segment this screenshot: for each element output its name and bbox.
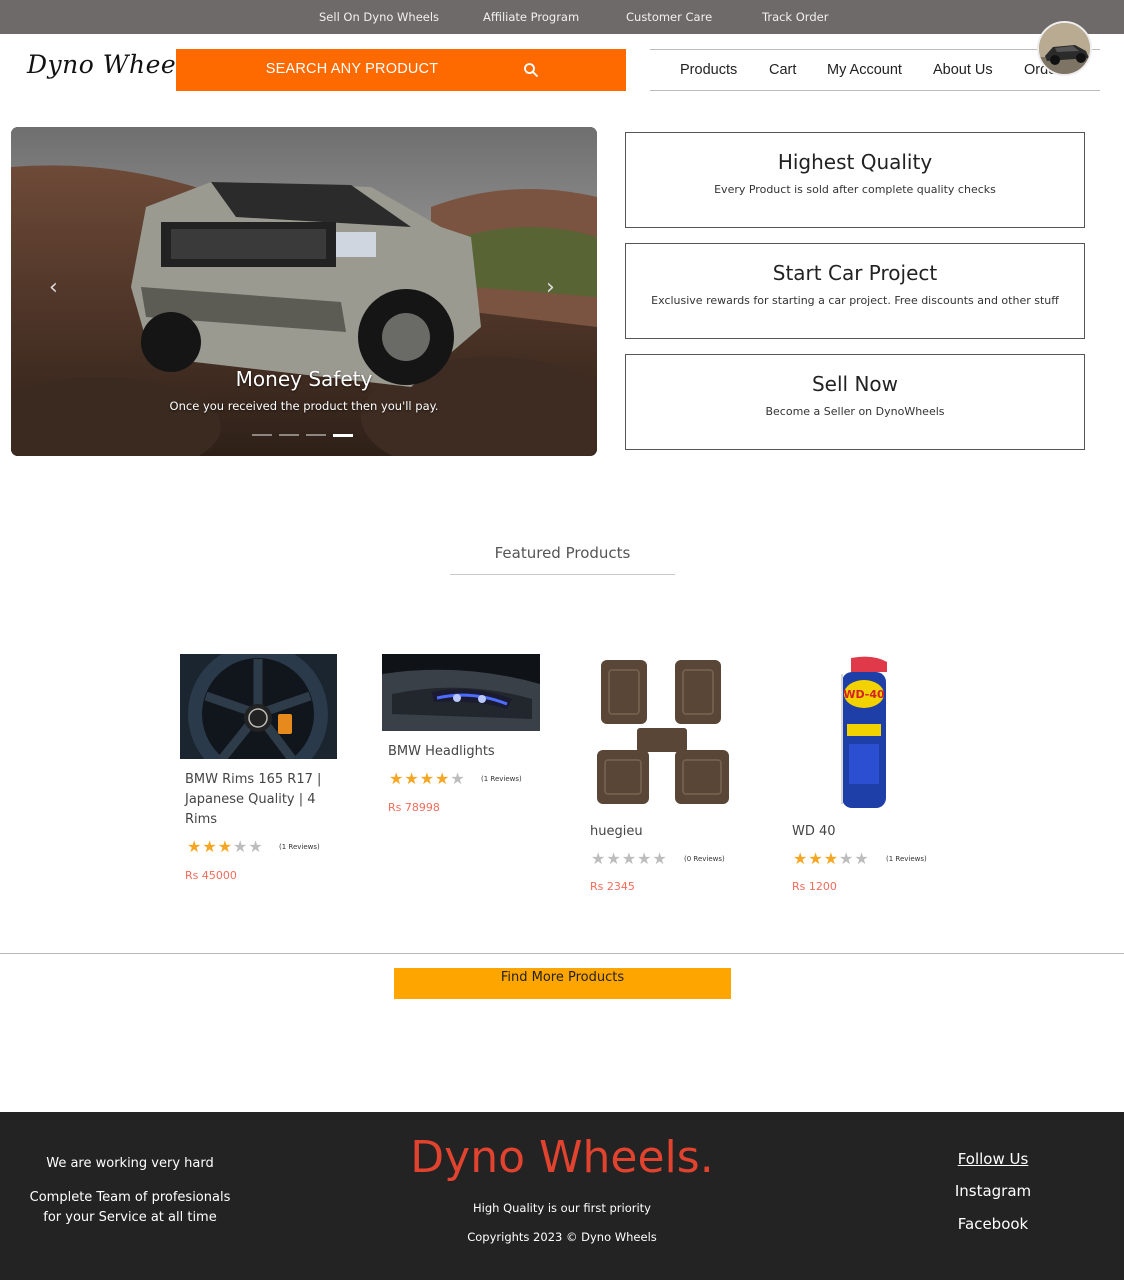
product-rating: ★★★★★ xyxy=(389,769,466,788)
footer-tagline: High Quality is our first priority xyxy=(472,1201,651,1215)
footer-text-line: Complete Team of profesionals xyxy=(29,1190,231,1205)
review-count: (1 Reviews) xyxy=(886,855,927,863)
star-icon: ★ xyxy=(202,837,217,856)
hero-caption-text: Once you received the product then you'l… xyxy=(169,399,439,413)
footer-text: Complete Team of profesionals for your S… xyxy=(0,1188,260,1228)
footer-brand: Dyno Wheels. xyxy=(410,1132,714,1183)
feature-subtitle: Become a Seller on DynoWheels xyxy=(765,405,945,418)
carousel-dot[interactable] xyxy=(252,434,272,436)
product-card[interactable]: BMW Headlights ★★★★★ (1 Reviews) Rs 7899… xyxy=(382,654,542,824)
nav-products[interactable]: Products xyxy=(680,62,737,78)
product-name[interactable]: BMW Headlights xyxy=(388,742,538,762)
star-icon: ★ xyxy=(621,849,637,868)
carousel-dot[interactable] xyxy=(306,434,326,436)
product-image[interactable] xyxy=(180,654,337,759)
footer-link-instagram[interactable]: Instagram xyxy=(918,1182,1068,1200)
product-price: Rs 45000 xyxy=(185,869,237,882)
product-rating: ★★★★★ xyxy=(591,849,668,868)
footer-follow-us[interactable]: Follow Us xyxy=(918,1150,1068,1168)
product-card[interactable]: huegieu ★★★★★ (0 Reviews) Rs 2345 xyxy=(585,654,745,894)
feature-box-sell-now[interactable]: Sell Now Become a Seller on DynoWheels xyxy=(625,354,1085,450)
star-icon: ★ xyxy=(637,849,652,868)
star-icon: ★ xyxy=(233,837,248,856)
feature-box-car-project[interactable]: Start Car Project Exclusive rewards for … xyxy=(625,243,1085,339)
topbar-link-affiliate[interactable]: Affiliate Program xyxy=(483,10,579,24)
review-count: (1 Reviews) xyxy=(481,775,522,783)
section-divider xyxy=(450,574,675,575)
feature-title: Highest Quality xyxy=(777,150,933,174)
star-icon: ★ xyxy=(854,849,869,868)
product-price: Rs 78998 xyxy=(388,801,440,814)
product-image[interactable]: WD-40 xyxy=(787,654,942,812)
feature-title: Sell Now xyxy=(811,372,899,396)
nav-about-us[interactable]: About Us xyxy=(933,62,993,78)
topbar-link-customer-care[interactable]: Customer Care xyxy=(626,10,712,24)
search-label: SEARCH ANY PRODUCT xyxy=(265,61,439,77)
footer-text: We are working very hard xyxy=(46,1156,214,1171)
star-icon: ★ xyxy=(450,769,465,788)
find-more-products-button[interactable]: Find More Products xyxy=(394,968,731,999)
review-count: (0 Reviews) xyxy=(684,855,725,863)
nav-my-account[interactable]: My Account xyxy=(827,62,902,78)
star-icon: ★ xyxy=(217,837,233,856)
carousel-dot-active[interactable] xyxy=(333,434,353,437)
site-footer: We are working very hard Complete Team o… xyxy=(0,1112,1124,1280)
nav-cart[interactable]: Cart xyxy=(769,62,796,78)
product-price: Rs 2345 xyxy=(590,880,635,893)
star-icon: ★ xyxy=(808,849,823,868)
product-rating: ★★★★★ xyxy=(793,849,870,868)
main-nav: Products Cart My Account About Us Orders xyxy=(650,49,1100,91)
product-price: Rs 1200 xyxy=(792,880,837,893)
section-divider xyxy=(0,953,1124,954)
feature-title: Start Car Project xyxy=(772,261,938,285)
topbar-link-sell[interactable]: Sell On Dyno Wheels xyxy=(319,10,439,24)
site-logo[interactable]: Dyno Wheels xyxy=(27,50,198,79)
svg-text:WD-40: WD-40 xyxy=(843,688,885,701)
feature-box-quality[interactable]: Highest Quality Every Product is sold af… xyxy=(625,132,1085,228)
star-icon: ★ xyxy=(435,769,450,788)
star-icon: ★ xyxy=(591,849,606,868)
top-bar: Sell On Dyno Wheels Affiliate Program Cu… xyxy=(0,0,1124,34)
avatar[interactable] xyxy=(1037,21,1092,76)
chevron-right-icon[interactable]: › xyxy=(546,275,555,300)
feature-subtitle: Exclusive rewards for starting a car pro… xyxy=(651,294,1059,307)
featured-products-title: Featured Products xyxy=(494,544,631,562)
star-icon: ★ xyxy=(187,837,202,856)
review-count: (1 Reviews) xyxy=(279,843,320,851)
star-icon: ★ xyxy=(793,849,808,868)
product-name[interactable]: huegieu xyxy=(590,822,740,842)
topbar-link-track-order[interactable]: Track Order xyxy=(762,10,828,24)
product-name[interactable]: BMW Rims 165 R17 | Japanese Quality | 4 … xyxy=(185,770,335,830)
carousel-dot[interactable] xyxy=(279,434,299,436)
footer-text-line: for your Service at all time xyxy=(43,1210,217,1225)
product-rating: ★★★★★ xyxy=(187,837,264,856)
product-card[interactable]: WD-40 WD 40 ★★★★★ (1 Reviews) Rs 1200 xyxy=(787,654,947,894)
star-icon: ★ xyxy=(389,769,404,788)
search-button[interactable]: SEARCH ANY PRODUCT xyxy=(176,49,626,91)
feature-subtitle: Every Product is sold after complete qua… xyxy=(714,183,996,196)
product-image[interactable] xyxy=(585,654,740,812)
hero-carousel[interactable]: ‹ › Money Safety Once you received the p… xyxy=(11,127,597,456)
chevron-left-icon[interactable]: ‹ xyxy=(49,275,58,300)
product-name[interactable]: WD 40 xyxy=(792,822,942,842)
star-icon: ★ xyxy=(248,837,263,856)
star-icon: ★ xyxy=(823,849,839,868)
footer-copyright: Copyrights 2023 © Dyno Wheels xyxy=(467,1230,657,1244)
product-card[interactable]: BMW Rims 165 R17 | Japanese Quality | 4 … xyxy=(180,654,340,884)
carousel-indicators xyxy=(252,434,356,437)
star-icon: ★ xyxy=(652,849,667,868)
hero-caption-title: Money Safety xyxy=(235,367,373,391)
footer-link-facebook[interactable]: Facebook xyxy=(918,1215,1068,1233)
star-icon: ★ xyxy=(404,769,419,788)
star-icon: ★ xyxy=(419,769,435,788)
star-icon: ★ xyxy=(606,849,621,868)
search-icon xyxy=(524,63,538,77)
star-icon: ★ xyxy=(839,849,854,868)
product-image[interactable] xyxy=(382,654,540,731)
